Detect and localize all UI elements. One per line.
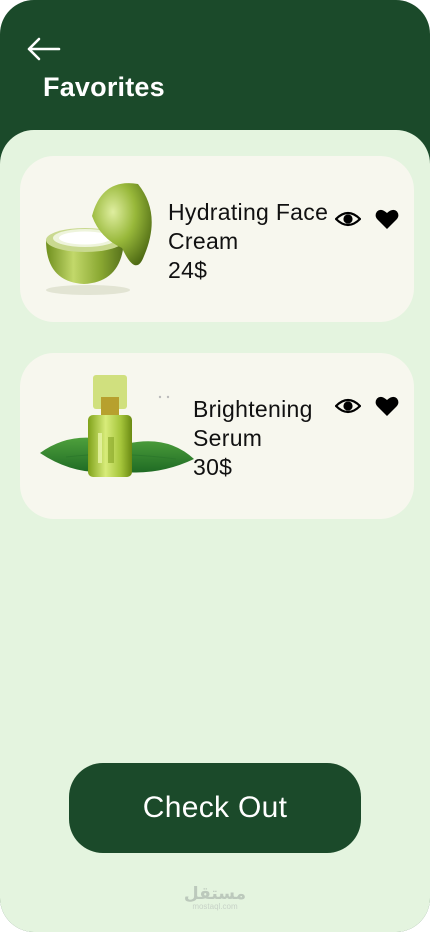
watermark-arabic: مستقل (183, 884, 247, 904)
watermark-latin: mostaql.com (192, 902, 238, 911)
eye-icon[interactable] (335, 397, 361, 415)
serum-bottle-image (40, 375, 194, 477)
product-price: 24$ (168, 257, 208, 283)
check-out-button[interactable]: Check Out (69, 763, 361, 853)
product-price: 30$ (193, 454, 233, 480)
phone-screen: Favorites Hydrating Face Cream 24$ Brigh… (0, 0, 430, 932)
product-name: Brightening Serum (193, 396, 313, 451)
product-name: Hydrating Face Cream (168, 199, 329, 254)
arrow-left-icon (27, 37, 61, 61)
favorites-content: Hydrating Face Cream 24$ Brightening Ser… (0, 130, 430, 932)
watermark: مستقل mostaql.com (0, 884, 430, 911)
eye-icon[interactable] (335, 210, 361, 228)
heart-icon[interactable] (375, 395, 399, 417)
heart-icon[interactable] (375, 208, 399, 230)
favorite-card[interactable]: Brightening Serum 30$ (20, 353, 414, 519)
back-button[interactable] (24, 34, 62, 64)
cream-jar-image (46, 183, 152, 295)
page-title: Favorites (43, 72, 165, 102)
favorite-card[interactable]: Hydrating Face Cream 24$ (20, 156, 414, 322)
